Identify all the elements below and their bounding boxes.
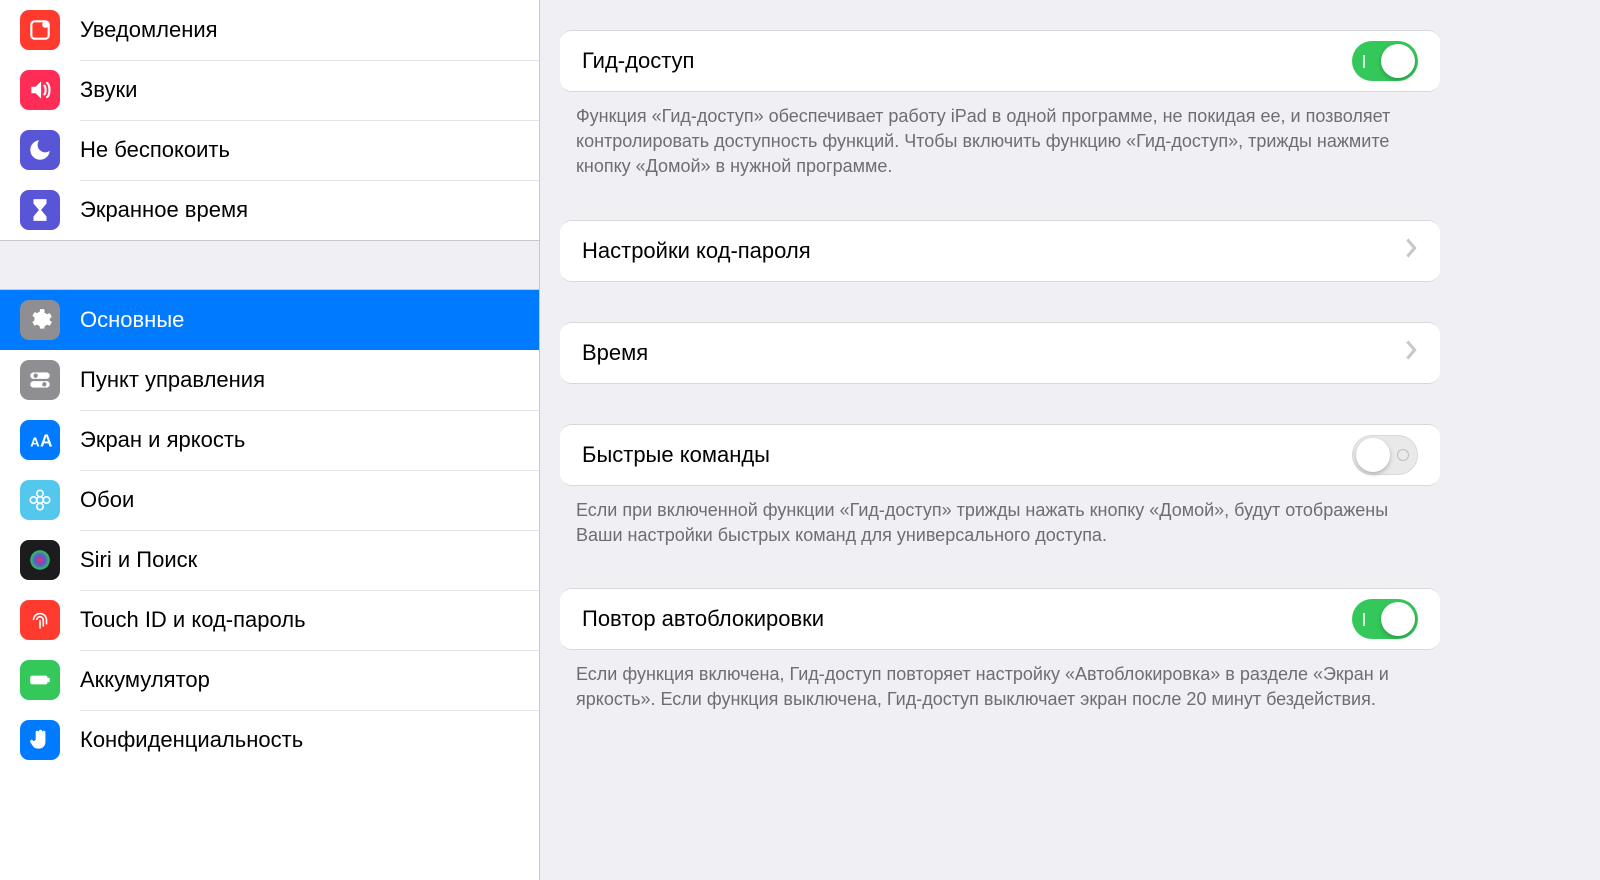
text-size-icon: AA [20, 420, 60, 460]
sidebar-item-label: Touch ID и код-пароль [80, 607, 306, 633]
sidebar-item-touchid[interactable]: Touch ID и код-пароль [0, 590, 539, 650]
toggles-icon [20, 360, 60, 400]
time-card: Время [560, 322, 1440, 384]
hand-icon [20, 720, 60, 760]
sidebar-item-label: Звуки [80, 77, 137, 103]
guided-access-card: Гид-доступ | [560, 30, 1440, 92]
sidebar-item-battery[interactable]: Аккумулятор [0, 650, 539, 710]
sidebar-item-display[interactable]: AA Экран и яркость [0, 410, 539, 470]
settings-detail: Гид-доступ | Функция «Гид-доступ» обеспе… [540, 0, 1460, 880]
sidebar-item-wallpaper[interactable]: Обои [0, 470, 539, 530]
passcode-row[interactable]: Настройки код-пароля [560, 221, 1440, 281]
sidebar-item-label: Пункт управления [80, 367, 265, 393]
shortcut-footer: Если при включенной функции «Гид-доступ»… [540, 486, 1460, 548]
sidebar-item-label: Основные [80, 307, 184, 333]
sidebar-item-notifications[interactable]: Уведомления [0, 0, 539, 60]
row-label: Гид-доступ [582, 48, 694, 74]
sidebar-item-label: Обои [80, 487, 134, 513]
shortcut-row: Быстрые команды [560, 425, 1440, 485]
sidebar-item-privacy[interactable]: Конфиденциальность [0, 710, 539, 770]
sidebar-item-control-center[interactable]: Пункт управления [0, 350, 539, 410]
battery-icon [20, 660, 60, 700]
sidebar-group-1: Уведомления Звуки Не беспокоить Экранное… [0, 0, 539, 240]
row-label: Настройки код-пароля [582, 238, 811, 264]
sidebar-item-sounds[interactable]: Звуки [0, 60, 539, 120]
sidebar-item-label: Siri и Поиск [80, 547, 197, 573]
passcode-card: Настройки код-пароля [560, 220, 1440, 282]
sidebar-item-general[interactable]: Основные [0, 290, 539, 350]
sidebar-item-screentime[interactable]: Экранное время [0, 180, 539, 240]
sidebar-item-siri[interactable]: Siri и Поиск [0, 530, 539, 590]
sidebar-spacer [0, 240, 539, 290]
autolock-row: Повтор автоблокировки | [560, 589, 1440, 649]
siri-icon [20, 540, 60, 580]
row-label: Повтор автоблокировки [582, 606, 824, 632]
settings-sidebar: Уведомления Звуки Не беспокоить Экранное… [0, 0, 540, 880]
sidebar-item-label: Не беспокоить [80, 137, 230, 163]
fingerprint-icon [20, 600, 60, 640]
row-label: Быстрые команды [582, 442, 770, 468]
chevron-right-icon [1404, 237, 1418, 265]
sidebar-item-label: Уведомления [80, 17, 218, 43]
autolock-card: Повтор автоблокировки | [560, 588, 1440, 650]
sidebar-item-dnd[interactable]: Не беспокоить [0, 120, 539, 180]
sidebar-item-label: Конфиденциальность [80, 727, 303, 753]
sidebar-group-2: Основные Пункт управления AA Экран и ярк… [0, 290, 539, 770]
flower-icon [20, 480, 60, 520]
chevron-right-icon [1404, 339, 1418, 367]
moon-icon [20, 130, 60, 170]
guided-access-footer: Функция «Гид-доступ» обеспечивает работу… [540, 92, 1460, 180]
row-label: Время [582, 340, 648, 366]
svg-text:A: A [30, 435, 40, 450]
svg-text:A: A [40, 431, 53, 451]
sounds-icon [20, 70, 60, 110]
shortcut-card: Быстрые команды [560, 424, 1440, 486]
gear-icon [20, 300, 60, 340]
sidebar-item-label: Аккумулятор [80, 667, 210, 693]
time-row[interactable]: Время [560, 323, 1440, 383]
sidebar-item-label: Экранное время [80, 197, 248, 223]
shortcut-toggle[interactable] [1352, 435, 1418, 475]
hourglass-icon [20, 190, 60, 230]
autolock-footer: Если функция включена, Гид-доступ повтор… [540, 650, 1460, 712]
guided-access-row: Гид-доступ | [560, 31, 1440, 91]
notifications-icon [20, 10, 60, 50]
guided-access-toggle[interactable]: | [1352, 41, 1418, 81]
sidebar-item-label: Экран и яркость [80, 427, 245, 453]
autolock-toggle[interactable]: | [1352, 599, 1418, 639]
